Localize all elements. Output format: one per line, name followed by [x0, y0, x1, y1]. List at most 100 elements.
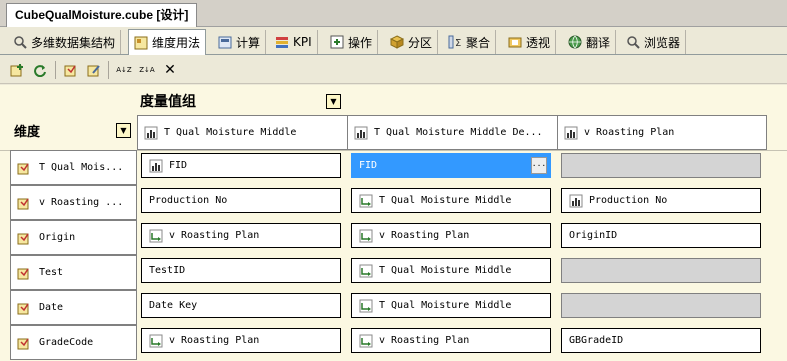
dimensions-dropdown[interactable]: ▼: [116, 123, 131, 138]
dimension-row-header[interactable]: Origin: [10, 220, 137, 255]
fact-relationship-icon: [149, 159, 163, 173]
tab-label: 维度用法: [152, 36, 201, 50]
toolbar-separator: [55, 61, 56, 79]
dimension-row-header[interactable]: Date: [10, 290, 137, 325]
dimension-icon: [17, 336, 31, 350]
measure-groups-dropdown[interactable]: ▼: [326, 94, 341, 109]
refresh-icon: [33, 63, 47, 77]
relationship-cell[interactable]: Production No: [141, 188, 341, 213]
relationship-label: Production No: [589, 195, 668, 206]
delete-button[interactable]: ✕: [159, 60, 181, 80]
dimension-row-header[interactable]: Test: [10, 255, 137, 290]
tab-calculations[interactable]: 计算: [213, 30, 267, 54]
tab-dimension-usage[interactable]: 维度用法: [128, 29, 207, 55]
sort-descending-icon: Z↓A: [139, 66, 155, 74]
tab-kpi[interactable]: KPI: [270, 30, 318, 54]
document-tab[interactable]: CubeQualMoisture.cube [设计]: [6, 3, 198, 28]
refresh-button[interactable]: [29, 60, 51, 80]
measure-group-label: T Qual Moisture Middle De...: [374, 127, 543, 138]
measure-group-icon: [354, 126, 368, 140]
sort-ascending-button[interactable]: A↓Z: [113, 60, 135, 80]
measure-group-header[interactable]: T Qual Moisture Middle De...: [347, 115, 558, 150]
relationship-cell-empty[interactable]: [561, 258, 761, 283]
referenced-relationship-icon: [359, 264, 373, 278]
add-dimension-icon: [10, 63, 24, 77]
referenced-relationship-icon: [359, 299, 373, 313]
relationship-cell[interactable]: T Qual Moisture Middle: [351, 258, 551, 283]
referenced-relationship-icon: [149, 229, 163, 243]
tab-actions[interactable]: 操作: [325, 30, 379, 54]
dimension-icon: [17, 266, 31, 280]
relationship-label: Date Key: [149, 300, 198, 311]
tab-perspectives[interactable]: 透视: [503, 30, 557, 54]
dimension-row-header[interactable]: GradeCode: [10, 325, 137, 360]
dimension-label: Date: [39, 302, 64, 313]
relationship-label: T Qual Moisture Middle: [379, 300, 512, 311]
tab-label: 计算: [236, 35, 261, 50]
calculator-icon: [218, 35, 232, 49]
relationship-cell[interactable]: FID: [141, 153, 341, 178]
tab-label: 聚合: [466, 35, 491, 50]
relationship-cell-selected[interactable]: FID ···: [351, 153, 551, 178]
dimension-icon: [17, 231, 31, 245]
tab-translations[interactable]: 翻译: [563, 30, 617, 54]
referenced-relationship-icon: [359, 194, 373, 208]
chevron-down-icon: ▼: [120, 126, 127, 135]
fact-relationship-icon: [569, 194, 583, 208]
tab-label: 透视: [526, 35, 551, 50]
tab-browser[interactable]: 浏览器: [621, 30, 687, 54]
relationship-cell[interactable]: v Roasting Plan: [141, 223, 341, 248]
aggregations-icon: Σ: [448, 35, 462, 49]
edit-button[interactable]: [83, 60, 105, 80]
relationship-cell-empty[interactable]: [561, 153, 761, 178]
dimension-usage-icon: [134, 36, 148, 50]
browser-icon: [626, 35, 640, 49]
relationship-label: GBGradeID: [569, 335, 624, 346]
dimension-icon: [17, 196, 31, 210]
toolbar-separator: [108, 61, 109, 79]
tab-aggregations[interactable]: Σ 聚合: [443, 30, 497, 54]
relationship-label: TestID: [149, 265, 186, 276]
delete-icon: ✕: [164, 62, 176, 78]
relationship-cell[interactable]: Date Key: [141, 293, 341, 318]
relationship-cell[interactable]: TestID: [141, 258, 341, 283]
dimension-label: Test: [39, 267, 64, 278]
relationship-label: v Roasting Plan: [169, 230, 260, 241]
relationship-cell[interactable]: v Roasting Plan: [141, 328, 341, 353]
chevron-down-icon: ▼: [330, 97, 337, 106]
relationship-edit-button[interactable]: ···: [531, 157, 547, 174]
cube-structure-icon: [13, 35, 27, 49]
relationship-cell[interactable]: OriginID: [561, 223, 761, 248]
tab-label: 翻译: [586, 35, 611, 50]
dimension-row-header[interactable]: T Qual Mois...: [10, 150, 137, 185]
relationship-cell-empty[interactable]: [561, 293, 761, 318]
tab-label: 分区: [408, 35, 433, 50]
relationship-label: v Roasting Plan: [379, 230, 470, 241]
relationship-cell[interactable]: T Qual Moisture Middle: [351, 293, 551, 318]
tab-label: 多维数据集结构: [31, 35, 116, 50]
measure-group-header[interactable]: v Roasting Plan: [557, 115, 767, 150]
add-dimension-button[interactable]: [6, 60, 28, 80]
relationship-cell[interactable]: T Qual Moisture Middle: [351, 188, 551, 213]
add-relationship-button[interactable]: [60, 60, 82, 80]
tab-label: KPI: [293, 35, 312, 49]
relationship-cell[interactable]: Production No: [561, 188, 761, 213]
relationship-cell[interactable]: v Roasting Plan: [351, 328, 551, 353]
relationship-cell[interactable]: GBGradeID: [561, 328, 761, 353]
actions-icon: [330, 35, 344, 49]
measure-group-label: T Qual Moisture Middle: [164, 127, 297, 138]
relationship-cell[interactable]: v Roasting Plan: [351, 223, 551, 248]
kpi-icon: [275, 35, 289, 49]
measure-group-header[interactable]: T Qual Moisture Middle: [137, 115, 348, 150]
translations-icon: [568, 35, 582, 49]
tab-cube-structure[interactable]: 多维数据集结构: [8, 30, 122, 54]
referenced-relationship-icon: [359, 334, 373, 348]
add-relationship-icon: [64, 63, 78, 77]
sort-ascending-icon: A↓Z: [116, 66, 132, 74]
perspectives-icon: [508, 35, 522, 49]
measure-group-label: v Roasting Plan: [584, 127, 675, 138]
sort-descending-button[interactable]: Z↓A: [136, 60, 158, 80]
relationship-label: T Qual Moisture Middle: [379, 265, 512, 276]
tab-partitions[interactable]: 分区: [385, 30, 439, 54]
dimension-row-header[interactable]: v Roasting ...: [10, 185, 137, 220]
